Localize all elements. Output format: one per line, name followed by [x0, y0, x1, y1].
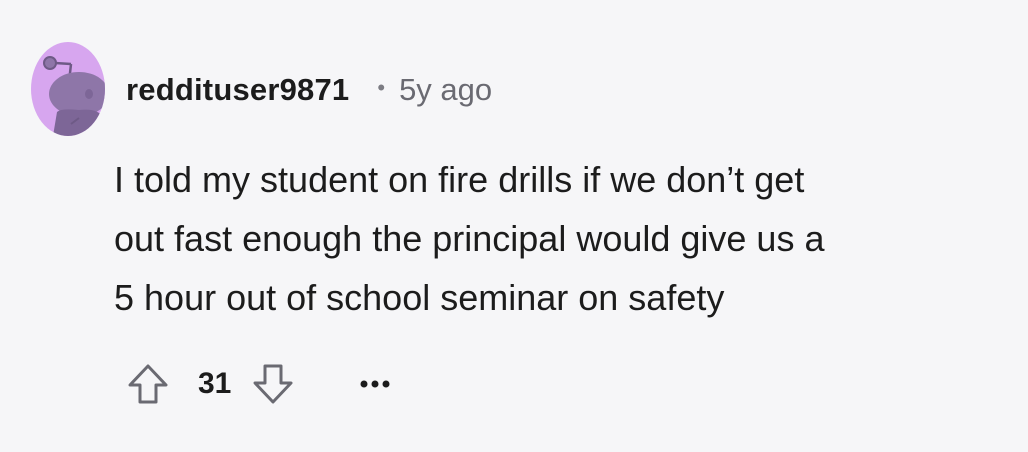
- comment-actions: 31: [124, 356, 395, 412]
- comment-card: reddituser9871 • 5y ago I told my studen…: [0, 0, 1028, 452]
- comment-timestamp[interactable]: 5y ago: [399, 72, 492, 108]
- meta-separator: •: [377, 75, 386, 100]
- user-avatar[interactable]: [31, 42, 105, 136]
- ellipsis-icon: [360, 380, 390, 388]
- upvote-button[interactable]: [124, 360, 172, 408]
- comment-meta: reddituser9871 • 5y ago: [126, 70, 492, 110]
- more-options-button[interactable]: [355, 364, 395, 404]
- snoo-avatar-icon: [31, 42, 105, 136]
- arrow-up-icon: [128, 364, 168, 404]
- downvote-button[interactable]: [249, 360, 297, 408]
- username-link[interactable]: reddituser9871: [126, 72, 349, 108]
- arrow-down-icon: [253, 364, 293, 404]
- comment-body: I told my student on fire drills if we d…: [114, 159, 825, 318]
- vote-score: 31: [198, 367, 232, 400]
